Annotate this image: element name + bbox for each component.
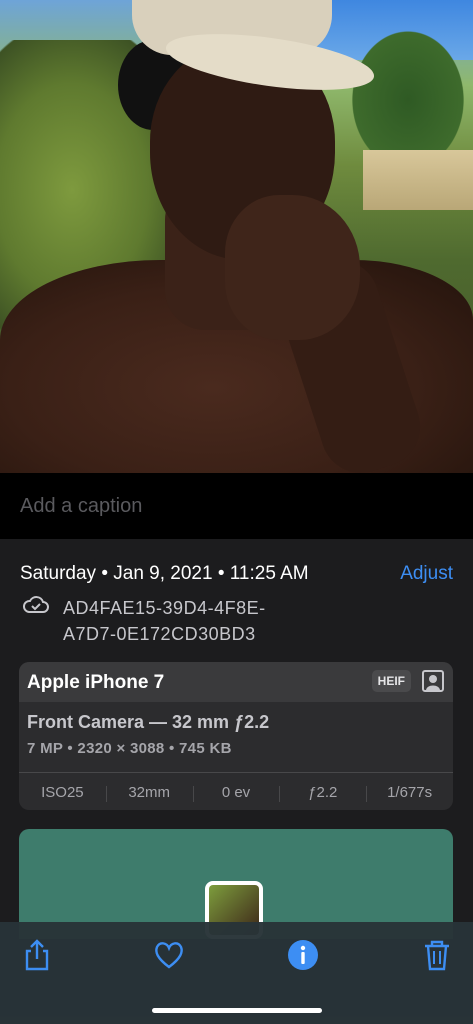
camera-card-header: Apple iPhone 7 HEIF xyxy=(19,662,453,702)
photo-id-line1: AD4FAE15-39D4-4F8E- xyxy=(63,598,266,618)
exif-focal-length: 32mm xyxy=(105,784,193,802)
share-icon[interactable] xyxy=(20,938,54,972)
photo-hand xyxy=(225,195,360,340)
photo-view[interactable] xyxy=(0,0,473,473)
format-badge: HEIF xyxy=(371,670,411,692)
home-indicator xyxy=(152,1008,322,1013)
camera-device: Apple iPhone 7 xyxy=(27,672,165,693)
caption-field[interactable]: Add a caption xyxy=(20,495,142,518)
camera-info-card: Apple iPhone 7 HEIF Front Camera — 32 mm… xyxy=(19,662,453,810)
heart-icon[interactable] xyxy=(152,938,186,972)
photo-id: AD4FAE15-39D4-4F8E- A7D7-0E172CD30BD3 xyxy=(63,595,363,647)
image-specs: 7 MP • 2320 × 3088 • 745 KB xyxy=(27,740,232,757)
camera-lens: Front Camera — 32 mm ƒ2.2 xyxy=(27,712,270,732)
photo-date: Saturday • Jan 9, 2021 • 11:25 AM xyxy=(20,563,309,584)
photo-id-line2: A7D7-0E172CD30BD3 xyxy=(63,624,256,644)
card-divider xyxy=(19,772,453,773)
portrait-icon xyxy=(422,670,444,692)
info-icon[interactable] xyxy=(286,938,320,972)
exif-iso: ISO25 xyxy=(41,783,84,801)
exif-row: ISO25 32mm 0 ev ƒ2.2 1/677s xyxy=(19,774,453,810)
exif-shutter: 1/677s xyxy=(366,784,453,802)
photo-ground xyxy=(363,150,473,210)
trash-icon[interactable] xyxy=(420,938,454,972)
icloud-icon xyxy=(23,596,49,613)
exif-exposure-bias: 0 ev xyxy=(192,784,280,802)
exif-aperture: ƒ2.2 xyxy=(279,784,366,802)
adjust-button[interactable]: Adjust xyxy=(400,563,453,585)
